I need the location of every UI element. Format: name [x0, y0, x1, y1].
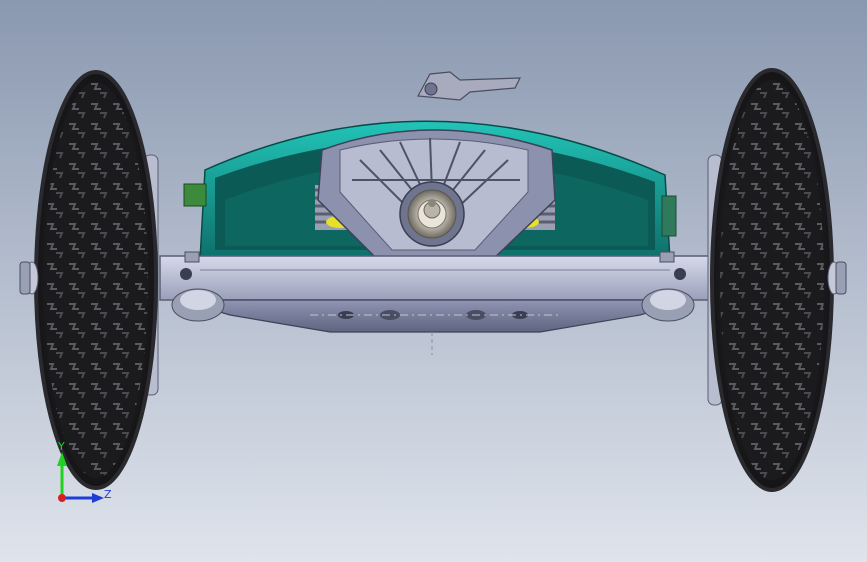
cad-viewport[interactable]: Y Z — [0, 0, 867, 562]
left-side-bracket — [183, 183, 207, 207]
triad-z-label: Z — [104, 488, 112, 501]
left-pivot-knob[interactable] — [171, 288, 225, 322]
triad-y-label: Y — [58, 440, 65, 453]
right-side-bracket — [661, 195, 677, 237]
right-pivot-knob[interactable] — [641, 288, 695, 322]
skateboard-assembly-model[interactable] — [0, 0, 867, 562]
